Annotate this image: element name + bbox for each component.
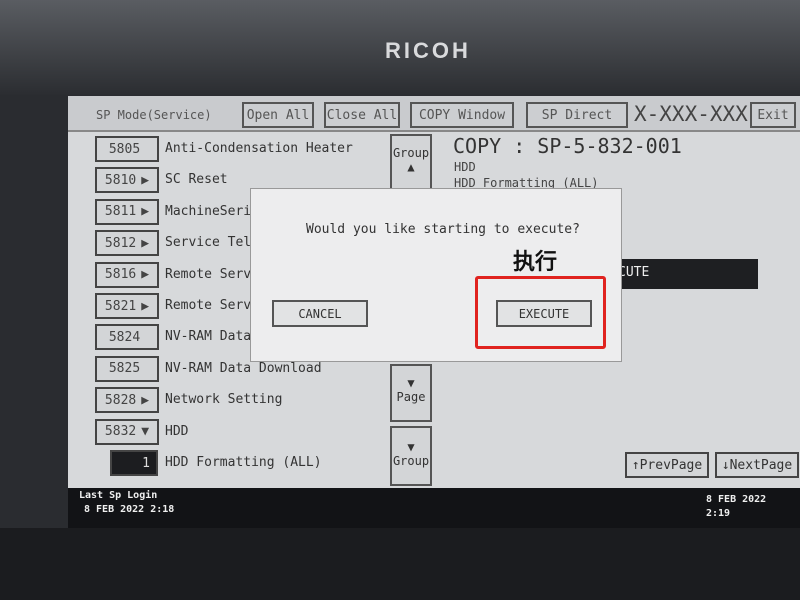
up-arrow-icon: ▲ [407,160,415,174]
sp-label: HDD [165,423,189,439]
current-date: 8 FEB 2022 [706,494,767,505]
sp-label: Remote Serv [165,298,252,313]
page-down-label: Page [396,390,426,404]
expand-arrow-icon: ▶ [141,392,150,408]
sub-item-label: HDD Formatting (ALL) [165,455,322,470]
dialog-question: Would you like starting to execute? [306,222,580,237]
annotation-highlight-box [475,276,606,349]
sp-number: 5832 [104,424,137,440]
sp-number-button[interactable]: 5816 ▶ [95,261,159,288]
last-login-time: 8 FEB 2022 2:18 [84,504,175,515]
printer-bezel: RICOH [0,0,800,95]
top-bar: SP Mode(Service) Open All Close All COPY… [68,96,800,132]
sp-label: NV-RAM Data [165,329,252,345]
sp-number-button[interactable]: 5825 [95,355,159,382]
group-up-label: Group [392,146,430,160]
sp-number-button[interactable]: 5824 [95,324,159,351]
sp-number: 5824 [108,329,141,345]
expand-arrow-icon: ▶ [141,235,150,251]
expand-arrow-icon: ▼ [141,424,150,440]
cancel-button[interactable]: CANCEL [272,300,368,327]
sp-label: Remote Serv [165,266,252,282]
sp-label: NV-RAM Data Download [165,360,322,376]
current-time: 2:19 [706,508,731,519]
sp-label: MachineSeri [165,203,252,219]
open-all-button[interactable]: Open All [242,102,314,128]
sp-number-button[interactable]: 5812 ▶ [95,230,159,257]
sp-label: Anti-Condensation Heater [165,141,353,156]
close-all-button[interactable]: Close All [324,102,400,128]
sub-item-number[interactable]: 1 [110,450,158,476]
sp-number: 5810 [104,172,137,188]
copy-window-button[interactable]: COPY Window [410,102,514,128]
sp-number: 5816 [104,267,137,283]
annotation-label: 执行 [513,250,558,275]
expand-arrow-icon: ▶ [141,172,150,188]
sp-number: 5812 [104,235,137,251]
sp-number-button[interactable]: 5810 ▶ [95,167,159,194]
status-bar: Last Sp Login 8 FEB 2022 2:18 8 FEB 2022… [68,488,800,528]
sp-label: Network Setting [165,392,283,408]
sp-label: Service Tel [165,235,252,251]
sp-label: SC Reset [165,172,228,188]
expand-arrow-icon: ▶ [141,298,150,314]
expand-arrow-icon: ▶ [141,204,150,220]
group-down-label: Group [392,454,430,468]
sp-list-row[interactable]: 5805 Anti-Condensation Heater [68,136,388,164]
mode-label: SP Mode(Service) [96,108,212,122]
brand-logo: RICOH [385,38,471,63]
sp-number-button[interactable]: 5805 [95,136,159,162]
sp-number: 5828 [104,392,137,408]
sp-title: COPY : SP-5-832-001 [453,134,682,158]
sp-number-button[interactable]: 5821 ▶ [95,293,159,319]
group-down-button[interactable]: ▼ Group [390,426,432,486]
execute-field[interactable]: CUTE [608,259,758,289]
sp-number-button[interactable]: 5811 ▶ [95,198,159,225]
next-page-button[interactable]: ↓NextPage [715,452,799,478]
sub-item-row[interactable]: 1 HDD Formatting (ALL) [68,450,388,478]
printer-bezel-bottom [0,528,800,600]
down-arrow-icon: ▼ [407,376,415,390]
exit-button[interactable]: Exit [750,102,796,128]
page-down-button[interactable]: ▼ Page [390,364,432,422]
sp-direct-button[interactable]: SP Direct [526,102,628,128]
sp-list-row[interactable]: 5832 ▼ HDD [68,418,388,447]
sp-number: 5805 [108,141,141,157]
sp-number-button[interactable]: 5828 ▶ [95,387,159,414]
sp-code-display: X-XXX-XXX [634,102,748,126]
prev-page-button[interactable]: ↑PrevPage [625,452,709,478]
sp-group: HDD [454,160,476,174]
sp-number: 5821 [104,298,137,314]
down-arrow-icon: ▼ [407,440,415,454]
sp-number-button[interactable]: 5832 ▼ [95,418,159,445]
sp-number: 5825 [108,361,141,377]
last-login-label: Last Sp Login [79,490,158,501]
sp-list-row[interactable]: 5828 ▶ Network Setting [68,387,388,415]
sp-number: 5811 [104,204,137,220]
group-up-button[interactable]: Group ▲ [390,134,432,190]
expand-arrow-icon: ▶ [141,267,150,283]
